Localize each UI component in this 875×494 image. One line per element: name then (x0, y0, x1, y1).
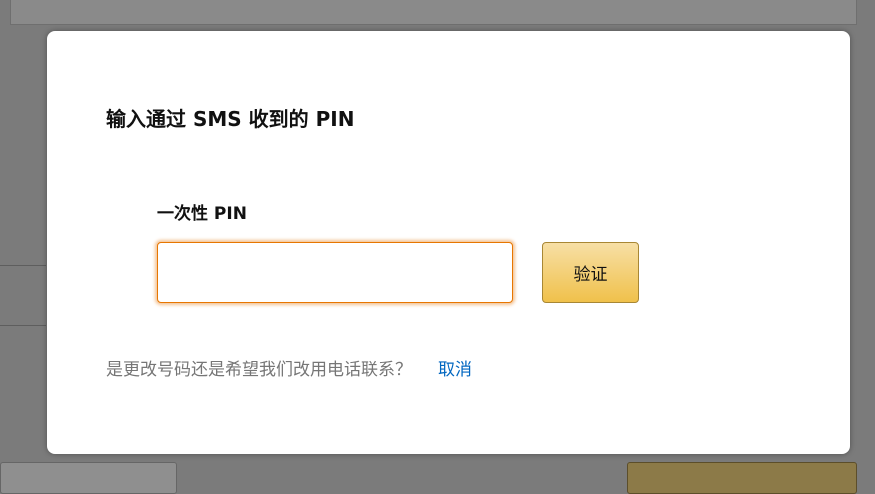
help-row: 是更改号码还是希望我们改用电话联系？ 取消 (106, 355, 472, 380)
verify-button[interactable]: 验证 (542, 242, 639, 303)
background-divider (0, 265, 46, 266)
background-divider (0, 325, 46, 326)
cancel-link[interactable]: 取消 (438, 360, 472, 380)
change-number-help-text: 是更改号码还是希望我们改用电话联系？ (106, 360, 412, 380)
sms-pin-dialog: 输入通过 SMS 收到的 PIN 一次性 PIN 验证 是更改号码还是希望我们改… (47, 31, 850, 454)
background-page-header (10, 0, 857, 25)
background-secondary-button (0, 462, 177, 494)
pin-field-label: 一次性 PIN (157, 204, 247, 224)
dialog-title: 输入通过 SMS 收到的 PIN (106, 107, 355, 131)
background-primary-button (627, 462, 857, 494)
one-time-pin-input[interactable] (157, 242, 513, 303)
